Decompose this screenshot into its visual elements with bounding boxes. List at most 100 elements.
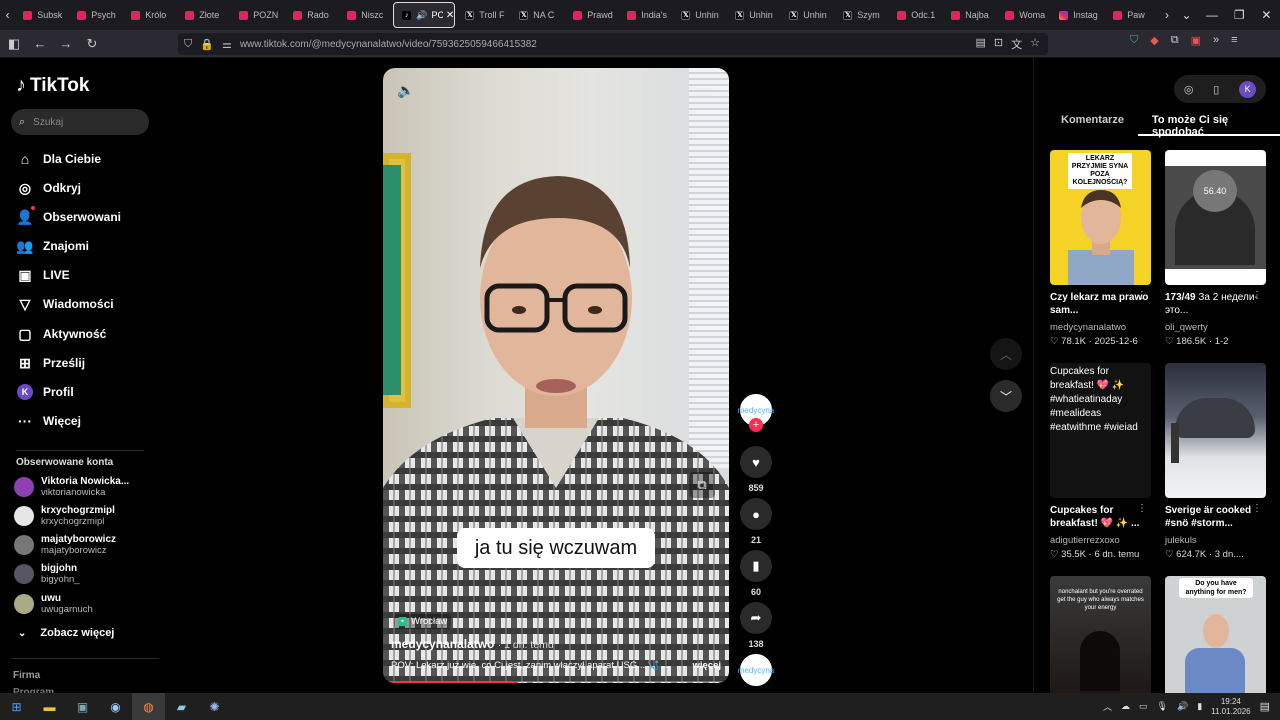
sidebar-item-upload[interactable]: ⊞ Prześlij xyxy=(16,353,85,373)
tray-mic-icon[interactable]: 🎙 xyxy=(1157,701,1168,712)
browser-tab[interactable]: ♪ 🔊 PO✕ xyxy=(393,2,456,28)
firefox-icon[interactable]: ◍ xyxy=(132,693,165,720)
followed-account[interactable]: krxychogrzmipl krxychogrzmipl xyxy=(14,501,115,531)
sidebar-item-profile[interactable]: K Profil xyxy=(16,382,74,402)
shield-icon[interactable]: ⛉ xyxy=(184,38,192,51)
next-video-button[interactable]: ﹀ xyxy=(990,380,1022,412)
browser-tab[interactable]: India's xyxy=(619,2,671,28)
fox-extension-icon[interactable]: ◆ xyxy=(1150,34,1158,47)
followed-account[interactable]: bigjohn bigyohn_ xyxy=(14,559,80,589)
suggested-video-card[interactable]: Sverige är cooked #snö #storm... ⋮ julek… xyxy=(1165,363,1266,560)
reader-view-icon[interactable]: ▤ xyxy=(976,36,986,52)
notepad-app-icon[interactable]: ▰ xyxy=(165,693,198,720)
browser-tab[interactable]: Prawd xyxy=(565,2,617,28)
browser-tab[interactable]: Rado xyxy=(285,2,337,28)
extensions-icon[interactable]: ⧉ xyxy=(1171,34,1179,47)
tray-cloud-icon[interactable]: ☁ xyxy=(1121,701,1130,712)
suggested-video-card[interactable]: Cupcakes for breakfast! 💖 ✨ #whatieatina… xyxy=(1050,363,1151,560)
previous-video-button[interactable]: ︿ xyxy=(990,338,1022,370)
bookmark-star-icon[interactable]: ☆ xyxy=(1030,36,1040,52)
sidebar-item-home[interactable]: ⌂ Dla Ciebie xyxy=(16,149,101,169)
browser-tab[interactable]: Królo xyxy=(123,2,175,28)
sidebar-item-friends[interactable]: 👥 Znajomi xyxy=(16,236,89,256)
tray-chevron-up-icon[interactable]: ︿ xyxy=(1103,700,1112,713)
clock[interactable]: 19:24 11.01.2026 xyxy=(1211,697,1250,717)
video-more-options-icon[interactable]: ··· xyxy=(698,80,715,96)
suggested-video-card[interactable]: 56.40 173/49 За 2 недели-это... ⋮ oli_qw… xyxy=(1165,150,1266,347)
forward-button[interactable]: → xyxy=(54,32,78,56)
user-avatar[interactable]: K xyxy=(1239,80,1257,98)
share-button[interactable]: ➦ 138 xyxy=(739,602,773,649)
save-button[interactable]: ▮ 60 xyxy=(739,550,773,597)
explore-icon[interactable]: ◎ xyxy=(1184,83,1194,96)
file-explorer-icon[interactable]: ▬ xyxy=(33,693,66,720)
sidebar-item-live[interactable]: ▣ LIVE xyxy=(16,265,69,285)
follow-plus-icon[interactable]: + xyxy=(749,418,763,432)
browser-tab[interactable]: 𝕏 Szym xyxy=(835,2,887,28)
sidebar-item-more[interactable]: ··· Więcej xyxy=(16,411,81,431)
browser-tab[interactable]: 𝕏 Troll F xyxy=(457,2,509,28)
monitor-app-icon[interactable]: ▣ xyxy=(66,693,99,720)
close-tab-icon[interactable]: ✕ xyxy=(446,10,454,21)
browser-tab[interactable]: POZN xyxy=(231,2,283,28)
browser-tab[interactable]: Subsk xyxy=(15,2,67,28)
start-windows-icon[interactable]: ⊞ xyxy=(0,693,33,720)
search-input[interactable]: ⌕ Szukaj xyxy=(11,109,149,135)
sidebar-item-messages[interactable]: ▽ Wiadomości xyxy=(16,294,114,314)
back-button[interactable]: ← xyxy=(28,32,52,56)
tab-list-dropdown-icon[interactable]: ⌄ xyxy=(1175,0,1199,30)
browser-tab[interactable]: Paw xyxy=(1105,2,1157,28)
notification-extension-icon[interactable]: ▣ xyxy=(1191,34,1201,47)
steam-icon[interactable]: ◉ xyxy=(99,693,132,720)
sound-avatar-button[interactable]: medycyna xyxy=(738,654,774,686)
notifications-icon[interactable]: ▤ xyxy=(1260,700,1270,713)
see-more-button[interactable]: ⌄ Zobacz więcej xyxy=(18,627,114,639)
browser-tab[interactable]: Odc.1 xyxy=(889,2,941,28)
followed-account[interactable]: uwu uwugarnuch xyxy=(14,589,93,619)
sidebar-item-following[interactable]: 👤 Obserwowani xyxy=(16,207,121,227)
settings-app-icon[interactable]: ✺ xyxy=(198,693,231,720)
sidebar-item-activity[interactable]: ▢ Aktywność xyxy=(16,324,106,344)
restore-window-button[interactable]: ❐ xyxy=(1226,0,1253,30)
tab-scroll-left-icon[interactable]: ‹ xyxy=(0,0,15,30)
suggested-video-card[interactable]: nonchalant but you're overrated get the … xyxy=(1050,576,1151,711)
browser-tab[interactable]: Woma xyxy=(997,2,1049,28)
mute-icon[interactable]: 🔈 xyxy=(397,82,414,99)
browser-tab[interactable]: Niszc xyxy=(339,2,391,28)
suggested-video-card[interactable]: LEKARZ PRZYJMIE SYNA POZA KOLEJNOŚCIĄ? C… xyxy=(1050,150,1151,347)
minimize-window-button[interactable]: — xyxy=(1198,0,1225,30)
lock-icon[interactable]: 🔒 xyxy=(200,38,214,51)
footer-link-company[interactable]: Firma xyxy=(13,670,40,681)
browser-tab[interactable]: Psych xyxy=(69,2,121,28)
tab-scroll-right-icon[interactable]: › xyxy=(1159,0,1174,30)
tray-battery-icon[interactable]: ▮ xyxy=(1197,701,1202,712)
followed-account[interactable]: majatyborowicz majatyborowicz xyxy=(14,530,116,560)
save-page-icon[interactable]: ⊡ xyxy=(994,36,1003,52)
browser-tab[interactable]: 𝕏 Unhin xyxy=(727,2,779,28)
close-window-button[interactable]: ✕ xyxy=(1253,0,1280,30)
card-author[interactable]: medycynanalatwo xyxy=(1050,322,1151,333)
sidebar-item-compass[interactable]: ◎ Odkryj xyxy=(16,178,81,198)
card-more-icon[interactable]: ⋮ xyxy=(1252,290,1262,301)
video-player[interactable]: 🔈 ··· ⧉ ja tu się wczuwam ⌖ Wrocław medy… xyxy=(383,68,729,683)
browser-tab[interactable]: 𝕏 Unhin xyxy=(781,2,833,28)
tray-volume-icon[interactable]: 🔊 xyxy=(1177,701,1188,712)
card-author[interactable]: oli_qwerty xyxy=(1165,322,1266,333)
more-description-button[interactable]: więcej xyxy=(692,660,721,671)
card-author[interactable]: adigutierrezxoxo xyxy=(1050,535,1151,546)
overflow-menu-icon[interactable]: » xyxy=(1213,34,1219,47)
browser-tab[interactable]: 𝕏 Unhin xyxy=(673,2,725,28)
tab-suggested[interactable]: To może Ci się spodobać xyxy=(1137,114,1280,138)
creator-avatar-button[interactable]: medycyna + xyxy=(738,394,774,432)
tab-audio-icon[interactable]: 🔊 xyxy=(416,10,427,21)
device-icon[interactable]: ▯ xyxy=(1213,83,1219,96)
card-more-icon[interactable]: ⋮ xyxy=(1137,290,1147,301)
translate-icon[interactable]: 文 xyxy=(1011,36,1022,52)
tray-network-icon[interactable]: ▭ xyxy=(1139,701,1148,712)
permissions-icon[interactable]: ⚌ xyxy=(222,38,232,51)
browser-tab[interactable]: Najba xyxy=(943,2,995,28)
like-button[interactable]: ♥ 859 xyxy=(739,446,773,493)
browser-tab[interactable]: 𝕏 NA C xyxy=(511,2,563,28)
browser-tab[interactable]: Złote xyxy=(177,2,229,28)
tab-comments[interactable]: Komentarze xyxy=(1034,114,1138,136)
